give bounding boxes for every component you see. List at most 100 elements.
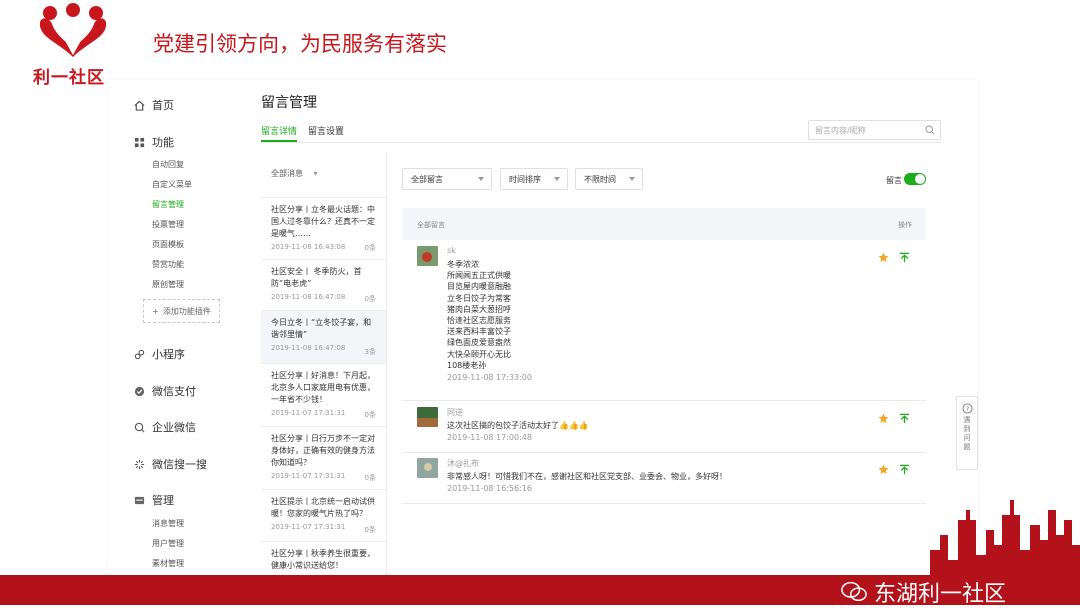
- comment-toggle-label: 留言: [886, 176, 902, 185]
- list-item-line: 今日立冬丨“立冬饺子宴，和: [271, 318, 372, 327]
- sidebar-item-manage[interactable]: 管理: [134, 492, 174, 508]
- list-item-line: 社区分享丨日行万步不一定对: [271, 434, 375, 443]
- sidebar-item-mini-program[interactable]: 小程序: [134, 346, 185, 362]
- list-item[interactable]: 社区提示丨北京统一启动试供 暖！您家的暖气片热了吗？ 2019-11-07 17…: [261, 489, 386, 541]
- list-item-date: 2019-11-08 16:47:08: [271, 344, 346, 352]
- sidebar-sub-page-template[interactable]: 页面模板: [152, 239, 184, 250]
- sort-order-dropdown[interactable]: 时间排序: [500, 168, 568, 190]
- list-item-line: 防“电老虎”: [271, 279, 312, 288]
- list-item[interactable]: 今日立冬丨“立冬饺子宴，和 谐邻里情” 2019-11-08 16:47:08 …: [261, 310, 386, 363]
- message-article-list: 全部消息 ▾ 社区分享丨立冬最火话题：中 国人过冬靠什么？还真不一定 是暖气………: [261, 152, 387, 580]
- wechat-pay-icon: [134, 386, 145, 396]
- sidebar-sub-message-manage[interactable]: 留言管理: [152, 199, 184, 210]
- filter-all-comments-dropdown[interactable]: 全部留言: [402, 168, 492, 190]
- tab-message-settings[interactable]: 留言设置: [308, 124, 344, 137]
- sidebar-sub-user-manage[interactable]: 用户管理: [152, 538, 184, 549]
- help-floating-button[interactable]: ? 遇 到 问 题: [956, 396, 978, 470]
- search-icon[interactable]: [925, 125, 935, 135]
- sidebar: 首页 功能 自动回复 自定义菜单 留言管理 投票管理 页面模板 赞赏功能 原创管…: [108, 80, 244, 580]
- sidebar-item-function[interactable]: 功能: [134, 134, 174, 150]
- wechat-icon: [841, 581, 867, 602]
- list-item-line: 一年省不少钱！: [271, 395, 327, 404]
- comments-table-header: 全部留言 操作: [403, 208, 926, 240]
- list-item[interactable]: 社区分享丨日行万步不一定对 身体好，正确有效的健身方法 你知道吗？ 2019-1…: [261, 426, 386, 489]
- dropdown-label: 全部留言: [411, 174, 443, 184]
- pin-top-icon[interactable]: [899, 464, 910, 475]
- footer-brand-text: 东湖利一社区: [874, 582, 1007, 607]
- chevron-down-icon: [478, 177, 484, 181]
- comment-divider: [403, 452, 926, 453]
- helper-char: 遇: [963, 416, 971, 424]
- sidebar-item-label: 功能: [152, 136, 174, 149]
- comment-divider: [403, 400, 926, 401]
- list-item-line: 社区分享丨秋季养生很重要，: [271, 549, 375, 558]
- slide-slogan: 党建引领方向，为民服务有落实: [153, 32, 447, 56]
- list-item-date: 2019-11-08 16:47:08: [271, 293, 346, 301]
- comment-line: 立冬日饺子为常客: [447, 293, 511, 303]
- list-item[interactable]: 社区分享丨立冬最火话题：中 国人过冬靠什么？还真不一定 是暖气…… 2019-1…: [261, 197, 386, 259]
- comment-line: 冬季浓浓: [447, 260, 479, 269]
- search-placeholder: 留言内容/昵称: [815, 125, 866, 135]
- avatar[interactable]: [417, 246, 438, 266]
- star-icon[interactable]: [878, 464, 889, 475]
- list-item-line: 健康小常识送给您！: [271, 561, 343, 570]
- sidebar-item-home[interactable]: 首页: [134, 97, 174, 113]
- list-item-count: 0条: [364, 244, 376, 252]
- comment-content: 这次社区搞的包饺子活动太好了👍👍👍 2019-11-08 17:00:48: [447, 420, 589, 442]
- comment-toggle-switch[interactable]: [904, 173, 926, 185]
- svg-text:?: ?: [965, 405, 968, 413]
- sidebar-item-label: 管理: [152, 494, 174, 507]
- sidebar-item-enterprise-wechat[interactable]: 企业微信: [134, 419, 196, 435]
- chevron-down-icon: [629, 177, 635, 181]
- list-item-count: 0条: [364, 474, 376, 482]
- manage-icon: [134, 496, 145, 504]
- comment-line: 非常感人呀！可惜我们不在，感谢社区和社区党支部、业委会、物业，多好呀！: [447, 472, 727, 481]
- grid-icon: [134, 137, 145, 147]
- comment-divider: [403, 503, 926, 504]
- helper-char: 题: [963, 443, 971, 451]
- home-icon: [134, 100, 145, 111]
- list-item[interactable]: 社区分享丨好消息！下月起， 北京多人口家庭用电有优惠， 一年省不少钱！ 2019…: [261, 363, 386, 426]
- sidebar-item-label: 企业微信: [152, 421, 196, 434]
- pin-top-icon[interactable]: [899, 413, 910, 424]
- sidebar-sub-custom-menu[interactable]: 自定义菜单: [152, 179, 192, 190]
- list-item-line: 你知道吗？: [271, 458, 311, 467]
- avatar[interactable]: [417, 458, 438, 478]
- star-icon[interactable]: [878, 252, 889, 263]
- sidebar-sub-auto-reply[interactable]: 自动回复: [152, 159, 184, 170]
- sidebar-sub-reward[interactable]: 赞赏功能: [152, 259, 184, 270]
- tab-message-detail[interactable]: 留言详情: [261, 124, 297, 137]
- list-item-count: 3条: [364, 348, 376, 356]
- comment-content: 冬季浓浓 所闻闻五正式供暖 目览屋内暖意融融 立冬日饺子为常客 猪肉白菜大葱招呼…: [447, 259, 532, 382]
- message-filter-label: 全部消息: [271, 169, 303, 178]
- comment-line: 绿色面皮爱意盎然: [447, 338, 511, 348]
- list-item-line: 社区安全丨 冬季防火，首: [271, 267, 362, 276]
- list-item[interactable]: 社区安全丨 冬季防火，首 防“电老虎” 2019-11-08 16:47:08 …: [261, 259, 386, 310]
- dropdown-label: 不限时间: [584, 174, 616, 184]
- time-range-dropdown[interactable]: 不限时间: [575, 168, 643, 190]
- star-icon[interactable]: [878, 413, 889, 424]
- dropdown-label: 时间排序: [509, 174, 541, 184]
- avatar[interactable]: [417, 407, 438, 427]
- list-item-date: 2019-11-08 16:43:08: [271, 243, 346, 251]
- helper-char: 问: [963, 434, 971, 442]
- list-item-count: 0条: [364, 526, 376, 534]
- comment-date: 2019-11-08 17:00:48: [447, 433, 532, 443]
- sidebar-item-wechat-pay[interactable]: 微信支付: [134, 383, 196, 399]
- comment-author: 同逆: [447, 408, 463, 417]
- sidebar-sub-material-manage[interactable]: 素材管理: [152, 558, 184, 569]
- add-plugin-button[interactable]: + 添加功能插件: [143, 299, 220, 323]
- search-input[interactable]: 留言内容/昵称: [808, 120, 941, 140]
- comment-line: 这次社区搞的包饺子活动太好了👍👍👍: [447, 421, 589, 430]
- sidebar-sub-message-list[interactable]: 消息管理: [152, 518, 184, 529]
- sidebar-sub-original[interactable]: 原创管理: [152, 279, 184, 290]
- pin-top-icon[interactable]: [899, 252, 910, 263]
- list-item-line: 是暖气……: [271, 229, 311, 238]
- sidebar-item-search-one[interactable]: 微信搜一搜: [134, 456, 207, 472]
- header-actions: 操作: [898, 221, 912, 229]
- message-filter-dropdown[interactable]: 全部消息 ▾: [271, 168, 318, 179]
- mini-program-icon: [134, 349, 145, 359]
- header-all-comments: 全部留言: [417, 221, 445, 229]
- comment-row: sk 冬季浓浓 所闻闻五正式供暖 目览屋内暖意融融 立冬日饺子为常客 猪肉白菜大…: [417, 246, 927, 396]
- sidebar-sub-vote-manage[interactable]: 投票管理: [152, 219, 184, 230]
